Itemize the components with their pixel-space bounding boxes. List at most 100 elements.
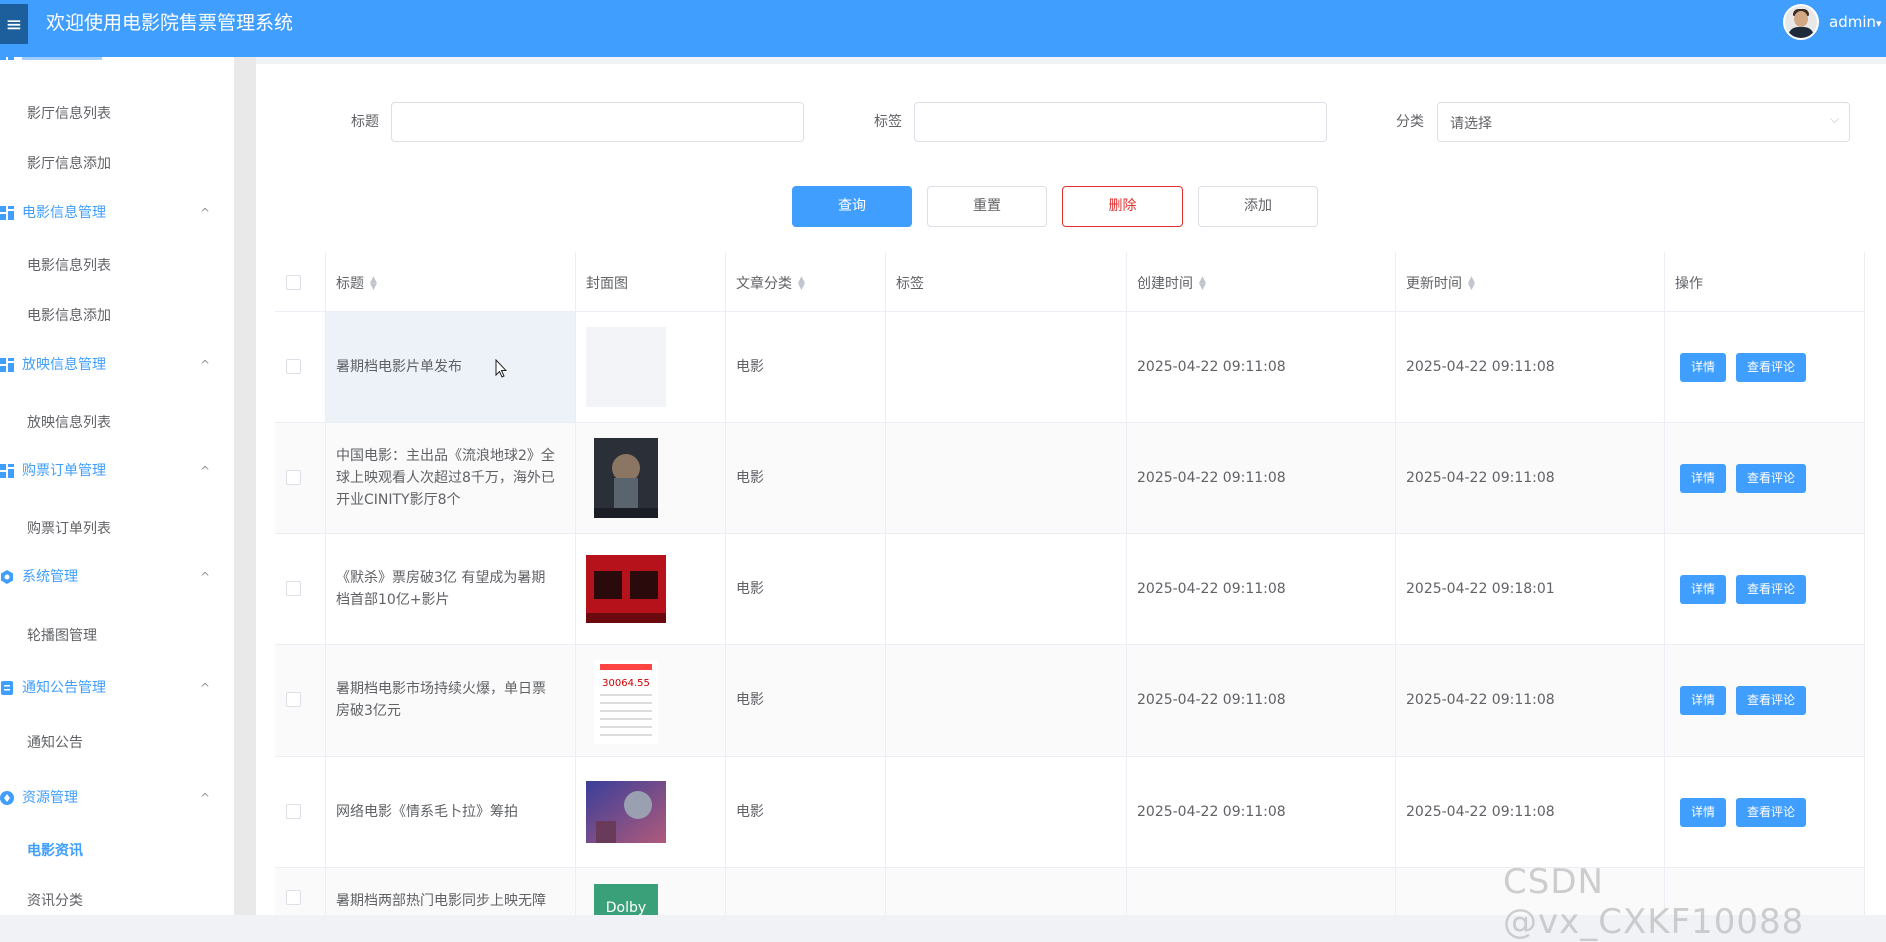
sidebar-group[interactable]: 系统管理 ^ <box>0 567 234 587</box>
sidebar-item[interactable]: 轮播图管理 <box>27 627 97 645</box>
sidebar-group[interactable]: 购票订单管理 ^ <box>0 461 234 481</box>
sidebar-group-label: 资源管理 <box>22 790 78 806</box>
sidebar-item[interactable]: 电影信息列表 <box>27 257 111 275</box>
sidebar-gutter <box>234 57 256 915</box>
row-category: 电影 <box>736 804 764 820</box>
tag-filter-input[interactable] <box>914 102 1327 142</box>
row-checkbox[interactable] <box>286 470 301 485</box>
sidebar-group-label: 电影信息管理 <box>22 205 106 221</box>
detail-button[interactable]: 详情 <box>1680 353 1726 382</box>
sidebar-item[interactable]: 资讯分类 <box>27 892 83 910</box>
row-checkbox[interactable] <box>286 692 301 707</box>
column-divider <box>575 252 576 915</box>
category-select[interactable]: 请选择 ⌵ <box>1437 102 1850 142</box>
select-all-checkbox[interactable] <box>286 275 301 290</box>
header-updated[interactable]: 更新时间 ▲ ▼ <box>1406 273 1475 293</box>
sidebar-item[interactable]: 通知公告 <box>27 734 83 752</box>
sort-icon[interactable]: ▲ ▼ <box>1199 276 1206 292</box>
cover-image[interactable] <box>594 438 674 522</box>
header-created-label: 创建时间 <box>1137 276 1193 292</box>
chevron-up-icon: ^ <box>200 358 211 372</box>
sidebar-item[interactable]: 放映信息列表 <box>27 414 111 432</box>
view-comments-button[interactable]: 查看评论 <box>1736 353 1806 382</box>
detail-button[interactable]: 详情 <box>1680 575 1726 604</box>
reset-button[interactable]: 重置 <box>927 186 1047 227</box>
row-updated-time: 2025-04-22 09:11:08 <box>1406 692 1555 708</box>
delete-button[interactable]: 删除 <box>1062 186 1183 227</box>
view-comments-button[interactable]: 查看评论 <box>1736 464 1806 493</box>
sort-icon[interactable]: ▲ ▼ <box>798 276 805 292</box>
sidebar-item[interactable]: 购票订单列表 <box>27 520 111 538</box>
row-checkbox[interactable] <box>286 804 301 819</box>
row-title: 暑期档两部热门电影同步上映无障碍 <box>336 893 546 909</box>
column-divider <box>325 252 326 915</box>
sidebar-item[interactable]: 电影资讯 <box>27 842 83 860</box>
cover-image[interactable]: 30064.55 <box>594 660 674 748</box>
row-title: 《默杀》票房破3亿 有望成为暑期档首部10亿+影片 <box>336 570 546 608</box>
news-table: 标题 ▲ ▼ 封面图 文章分类 ▲ ▼ 标签 创建时间 ▲ ▼ 更新时间 ▲ ▼ 操作 暑期档电… <box>275 252 1865 915</box>
sort-icon[interactable]: ▲ ▼ <box>370 276 377 292</box>
header-category-label: 文章分类 <box>736 276 792 292</box>
sidebar-group[interactable]: 放映信息管理 ^ <box>0 355 234 375</box>
chevron-up-icon: ^ <box>200 570 211 584</box>
row-category: 电影 <box>736 581 764 597</box>
grid-icon <box>0 358 14 372</box>
sidebar-group[interactable]: 通知公告管理 ^ <box>0 678 234 698</box>
detail-button[interactable]: 详情 <box>1680 686 1726 715</box>
menu-toggle-button[interactable]: ≡ <box>0 4 28 44</box>
column-divider <box>1864 252 1865 915</box>
row-checkbox[interactable] <box>286 890 301 905</box>
view-comments-button[interactable]: 查看评论 <box>1736 686 1806 715</box>
table-row[interactable]: 暑期档电影市场持续火爆，单日票房破3亿元 30064.55 电影 2025-04-22… <box>275 645 1865 757</box>
row-checkbox[interactable] <box>286 581 301 596</box>
cover-poster: 30064.55 <box>594 660 658 744</box>
sidebar-group[interactable]: 电影信息管理 ^ <box>0 203 234 223</box>
sidebar-item[interactable]: 影厅信息添加 <box>27 155 111 173</box>
row-title: 网络电影《情系毛卜拉》筹拍 <box>336 804 518 820</box>
column-divider <box>1395 252 1396 915</box>
row-title: 中国电影：主出品《流浪地球2》全球上映观看人次超过8千万，海外已开业CINITY… <box>336 448 555 508</box>
user-menu[interactable]: admin▾ <box>1829 13 1882 31</box>
cover-image[interactable] <box>586 555 666 627</box>
username-label: admin <box>1829 13 1876 31</box>
cover-chart-number: 30064.55 <box>602 678 650 689</box>
sidebar-item[interactable]: 影厅信息列表 <box>27 105 111 123</box>
row-checkbox[interactable] <box>286 359 301 374</box>
cover-image[interactable] <box>586 327 666 411</box>
detail-button[interactable]: 详情 <box>1680 798 1726 827</box>
header-created[interactable]: 创建时间 ▲ ▼ <box>1137 273 1206 293</box>
table-row[interactable]: 网络电影《情系毛卜拉》筹拍 电影 2025-04-22 09:11:08 2025-0… <box>275 757 1865 868</box>
row-updated-time: 2025-04-22 09:11:08 <box>1406 470 1555 486</box>
sidebar-item[interactable]: 电影信息添加 <box>27 307 111 325</box>
sort-icon[interactable]: ▲ ▼ <box>1468 276 1475 292</box>
cover-image[interactable] <box>586 781 666 847</box>
header-ops: 操作 <box>1675 276 1703 292</box>
avatar[interactable] <box>1783 4 1819 40</box>
table-row[interactable]: 暑期档电影片单发布 电影 2025-04-22 09:11:08 2025-04-22… <box>275 312 1865 423</box>
sidebar-group[interactable]: 资源管理 ^ <box>0 788 234 808</box>
row-category: 电影 <box>736 470 764 486</box>
row-created-time: 2025-04-22 09:11:08 <box>1137 581 1286 597</box>
watermark: CSDN @vx_CXKF10088 <box>1503 862 1805 942</box>
chevron-up-icon: ^ <box>200 206 211 220</box>
detail-button[interactable]: 详情 <box>1680 464 1726 493</box>
title-filter-input[interactable] <box>391 102 804 142</box>
add-button[interactable]: 添加 <box>1198 186 1318 227</box>
query-button[interactable]: 查询 <box>792 186 912 227</box>
column-divider <box>1126 252 1127 915</box>
chevron-up-icon: ^ <box>200 681 211 695</box>
category-select-value: 请选择 <box>1450 116 1492 132</box>
table-row[interactable]: 《默杀》票房破3亿 有望成为暑期档首部10亿+影片 电影 2025-04-22 09… <box>275 534 1865 645</box>
view-comments-button[interactable]: 查看评论 <box>1736 798 1806 827</box>
tag-filter-label: 标签 <box>874 114 902 130</box>
cover-poster <box>594 438 658 518</box>
header-category[interactable]: 文章分类 ▲ ▼ <box>736 273 805 293</box>
view-comments-button[interactable]: 查看评论 <box>1736 575 1806 604</box>
column-divider <box>1664 252 1665 915</box>
column-divider <box>885 252 886 915</box>
table-row[interactable]: 中国电影：主出品《流浪地球2》全球上映观看人次超过8千万，海外已开业CINITY… <box>275 423 1865 534</box>
cover-image[interactable]: Dolby <box>594 884 674 915</box>
header-title[interactable]: 标题 ▲ ▼ <box>336 273 377 293</box>
row-category: 电影 <box>736 359 764 375</box>
grid-icon <box>0 206 14 220</box>
